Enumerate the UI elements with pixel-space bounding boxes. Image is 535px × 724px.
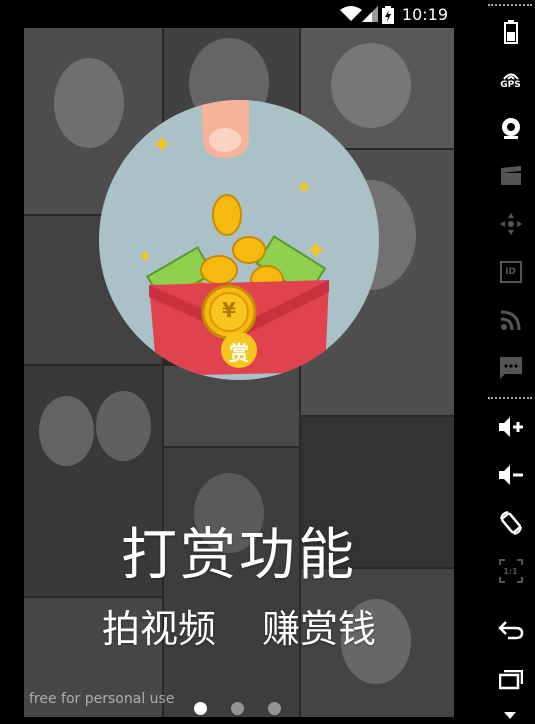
page-dot[interactable] [268,702,281,715]
recents-icon [498,670,523,690]
feature-title: 打赏功能 [121,523,357,588]
volume-up-icon [498,417,523,437]
page-indicator [194,700,294,716]
clapper-icon [500,166,521,185]
sms-button[interactable] [486,348,535,388]
back-button[interactable] [486,610,535,650]
cast-button[interactable] [486,300,535,340]
page-dot-active[interactable] [194,702,207,715]
toolbar-divider [488,397,532,399]
feature-subtitle: 拍视频 赚赏钱 [24,598,454,653]
rotate-icon [499,511,522,535]
id-label: ID [505,267,516,277]
wifi-icon [340,6,362,26]
subtitle-left: 拍视频 [101,607,216,651]
scale-label: 1:1 [503,566,518,576]
rotate-button[interactable] [486,503,535,543]
cast-icon [500,310,520,331]
toolbar-divider [488,4,532,6]
sparkle-icon [307,242,325,258]
back-icon [497,621,523,640]
watermark-text: free for personal use [29,691,175,707]
signal-icon [362,6,378,26]
scale-button[interactable]: 1:1 [486,551,535,591]
status-time: 10:19 [401,5,448,24]
camera-icon [501,118,520,139]
scroll-down-arrow-icon[interactable] [504,705,516,724]
camera-button[interactable] [486,108,535,148]
sparkle-icon [153,136,171,152]
id-icon: ID [499,261,522,283]
message-icon [499,357,522,379]
volume-down-button[interactable] [486,455,535,495]
dpad-button[interactable] [486,204,535,244]
emulator-toolbar: GPS ID 1:1 [486,0,535,719]
device-id-button[interactable]: ID [486,252,535,292]
sparkle-icon [297,180,311,194]
emulator-device: 10:19 ¥ 赏 打赏功能 拍视频 赚赏钱 free for personal… [0,0,486,717]
battery-charging-icon [382,6,394,28]
gps-label: GPS [500,80,521,90]
subtitle-right: 赚赏钱 [262,607,377,651]
battery-icon [503,20,518,44]
sparkle-icon [139,250,151,262]
app-screen[interactable]: ¥ 赏 打赏功能 拍视频 赚赏钱 free for personal use [24,28,454,717]
recents-button[interactable] [486,660,535,700]
volume-down-icon [498,465,523,485]
battery-button[interactable] [486,12,535,52]
dpad-icon [499,213,522,235]
volume-up-button[interactable] [486,407,535,447]
status-bar: 10:19 [0,0,456,28]
screenrecord-button[interactable] [486,156,535,196]
reward-illustration: ¥ 赏 [99,100,379,380]
page-dot[interactable] [231,702,244,715]
gps-icon [502,73,519,80]
coin-symbol: ¥ [222,298,236,322]
gps-button[interactable]: GPS [486,60,535,100]
envelope-label: 赏 [229,341,249,365]
